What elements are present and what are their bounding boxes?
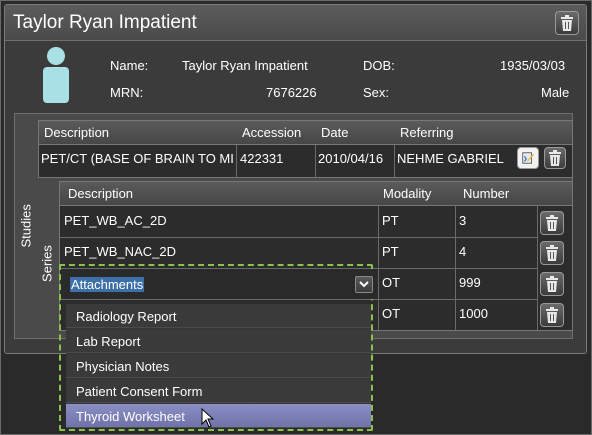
option-lab-report[interactable]: Lab Report	[66, 329, 371, 353]
mrn-value: 7676226	[266, 85, 317, 100]
trash-icon	[549, 150, 561, 166]
studies-col-date[interactable]: Date	[321, 125, 348, 140]
person-icon	[43, 47, 69, 103]
mrn-label: MRN:	[110, 85, 144, 100]
table-row[interactable]: PET/CT (BASE OF BRAIN TO MID 422331 2010…	[39, 145, 572, 177]
option-label: Radiology Report	[76, 309, 177, 324]
series-number: 1000	[459, 306, 488, 321]
series-number: 999	[459, 275, 481, 290]
series-col-description[interactable]: Description	[68, 186, 133, 201]
studies-col-description[interactable]: Description	[44, 125, 109, 140]
attachment-type-value: Attachments	[70, 277, 145, 292]
trash-icon	[561, 15, 573, 31]
divider	[455, 206, 456, 330]
series-modality: PT	[382, 244, 399, 259]
series-label: Series	[39, 245, 55, 282]
series-description: PET_WB_AC_2D	[64, 213, 167, 228]
series-description: PET_WB_NAC_2D	[64, 244, 176, 259]
sex-label: Sex:	[363, 85, 390, 100]
study-referring: NEHME GABRIEL	[397, 151, 504, 166]
delete-patient-button[interactable]	[555, 11, 579, 35]
series-modality: OT	[382, 306, 401, 321]
option-patient-consent-form[interactable]: Patient Consent Form	[66, 379, 371, 403]
study-date: 2010/04/16	[318, 151, 384, 166]
mouse-cursor-icon	[201, 408, 215, 428]
studies-col-referring[interactable]: Referring	[400, 125, 453, 140]
table-row[interactable]: PET_WB_AC_2D PT 3	[60, 206, 572, 237]
attachment-options-list: Radiology Report Lab Report Physician No…	[66, 304, 371, 428]
series-header: Description Modality Number	[60, 182, 572, 206]
delete-series-button[interactable]	[540, 241, 564, 265]
divider	[378, 206, 379, 330]
series-col-number[interactable]: Number	[463, 186, 509, 201]
delete-series-button[interactable]	[540, 303, 564, 327]
trash-icon	[546, 276, 558, 292]
delete-series-button[interactable]	[540, 211, 564, 235]
trash-icon	[546, 215, 558, 231]
trash-icon	[546, 307, 558, 323]
window-title: Taylor Ryan Impatient	[13, 12, 197, 33]
series-modality: PT	[382, 213, 399, 228]
option-thyroid-worksheet[interactable]: Thyroid Worksheet	[66, 404, 371, 428]
sex-value: Male	[541, 85, 570, 100]
study-description: PET/CT (BASE OF BRAIN TO MID	[41, 151, 233, 166]
trash-icon	[546, 245, 558, 261]
option-label: Physician Notes	[76, 359, 170, 374]
edit-report-button[interactable]	[517, 147, 539, 169]
name-value: Taylor Ryan Impatient	[182, 58, 308, 73]
series-col-modality[interactable]: Modality	[383, 186, 431, 201]
divider	[315, 145, 316, 177]
studies-header: Description Accession Date Referring	[39, 121, 572, 145]
option-label: Patient Consent Form	[76, 384, 203, 399]
option-label: Lab Report	[76, 334, 141, 349]
divider	[537, 206, 538, 330]
divider	[236, 145, 237, 177]
delete-study-button[interactable]	[544, 147, 566, 169]
studies-col-accession[interactable]: Accession	[242, 125, 301, 140]
series-number: 3	[459, 213, 467, 228]
name-label: Name:	[110, 58, 149, 73]
dob-label: DOB:	[363, 58, 395, 73]
edit-report-icon	[522, 152, 535, 164]
series-modality: OT	[382, 275, 401, 290]
study-accession: 422331	[240, 151, 284, 166]
option-radiology-report[interactable]: Radiology Report	[66, 304, 371, 328]
option-label: Thyroid Worksheet	[76, 409, 185, 424]
dropdown-toggle-button[interactable]	[355, 276, 373, 293]
divider	[394, 145, 395, 177]
chevron-down-icon	[359, 281, 369, 288]
title-bar: Taylor Ryan Impatient	[5, 5, 586, 41]
dob-value: 1935/03/03	[500, 58, 566, 73]
option-physician-notes[interactable]: Physician Notes	[66, 354, 371, 378]
delete-series-button[interactable]	[540, 272, 564, 296]
series-number: 4	[459, 244, 467, 259]
studies-grid: Description Accession Date Referring PET…	[38, 120, 573, 178]
studies-label: Studies	[18, 204, 34, 248]
